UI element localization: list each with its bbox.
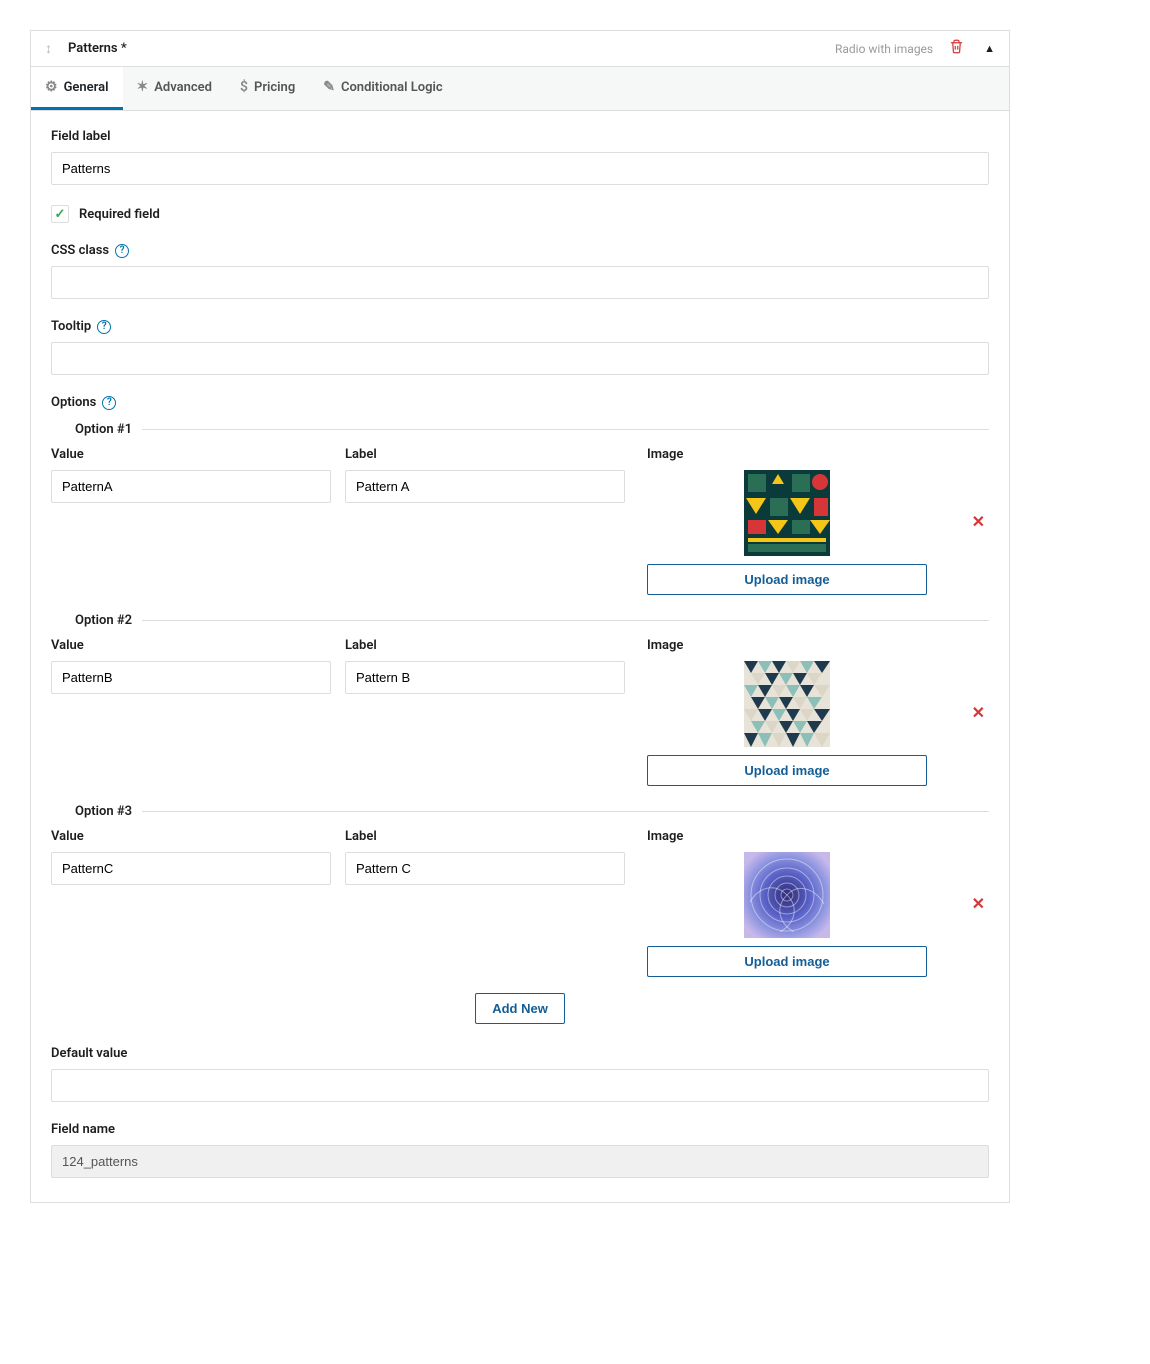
panel-body: Field label ✓ Required field CSS class ?… xyxy=(31,111,1009,1202)
field-name-label: Field name xyxy=(51,1122,989,1137)
default-value-input[interactable] xyxy=(51,1069,989,1102)
option-label-header: Label xyxy=(345,638,625,653)
panel-title: Patterns * xyxy=(68,41,127,56)
option-image-thumb xyxy=(744,661,830,747)
divider xyxy=(142,620,989,621)
field-label-input[interactable] xyxy=(51,152,989,185)
tooltip-group: Tooltip ? xyxy=(51,319,989,375)
field-label-label: Field label xyxy=(51,129,989,144)
option-image-thumb xyxy=(744,852,830,938)
option-value-input[interactable] xyxy=(51,661,331,694)
option-value-input[interactable] xyxy=(51,470,331,503)
option-label-header: Label xyxy=(345,829,625,844)
divider xyxy=(142,429,989,430)
upload-image-button[interactable]: Upload image xyxy=(647,755,927,786)
option-value-header: Value xyxy=(51,638,331,653)
option-title: Option #1 xyxy=(51,422,132,437)
tab-conditional-logic[interactable]: ✎ Conditional Logic xyxy=(309,67,456,110)
option-value-input[interactable] xyxy=(51,852,331,885)
tabs: ⚙ General ✶ Advanced $ Pricing ✎ Conditi… xyxy=(31,67,1009,111)
tab-label: Pricing xyxy=(254,80,295,95)
remove-option-button[interactable]: ✕ xyxy=(969,703,989,722)
option-label-input[interactable] xyxy=(345,661,625,694)
option-2: Option #2 Value Label Image xyxy=(51,613,989,792)
css-class-input[interactable] xyxy=(51,266,989,299)
field-name-group: Field name xyxy=(51,1122,989,1178)
field-editor-panel: ↕ Patterns * Radio with images ▲ ⚙ Gener… xyxy=(30,30,1010,1203)
remove-option-button[interactable]: ✕ xyxy=(969,512,989,531)
panel-header: ↕ Patterns * Radio with images ▲ xyxy=(31,31,1009,67)
required-label: Required field xyxy=(79,207,160,222)
field-type-label: Radio with images xyxy=(835,42,933,56)
checkbox-required[interactable]: ✓ xyxy=(51,205,69,223)
tab-label: Conditional Logic xyxy=(341,80,443,95)
upload-image-button[interactable]: Upload image xyxy=(647,946,927,977)
field-name-input xyxy=(51,1145,989,1178)
option-value-header: Value xyxy=(51,447,331,462)
help-icon[interactable]: ? xyxy=(102,396,116,410)
option-1: Option #1 Value Label Image xyxy=(51,422,989,601)
field-label-group: Field label xyxy=(51,129,989,185)
drag-handle-icon[interactable]: ↕ xyxy=(45,40,52,57)
collapse-toggle-icon[interactable]: ▲ xyxy=(984,42,995,55)
help-icon[interactable]: ? xyxy=(97,320,111,334)
delete-field-button[interactable] xyxy=(949,39,964,58)
option-label-header: Label xyxy=(345,447,625,462)
css-class-group: CSS class ? xyxy=(51,243,989,299)
option-image-thumb xyxy=(744,470,830,556)
tab-pricing[interactable]: $ Pricing xyxy=(226,67,309,110)
wand-icon: ✎ xyxy=(323,79,335,95)
option-3: Option #3 Value Label Image xyxy=(51,804,989,983)
option-title: Option #3 xyxy=(51,804,132,819)
option-image-header: Image xyxy=(647,638,927,653)
options-label: Options xyxy=(51,395,96,410)
gear-icon: ⚙ xyxy=(45,79,58,95)
upload-image-button[interactable]: Upload image xyxy=(647,564,927,595)
tooltip-label: Tooltip xyxy=(51,319,91,334)
tab-advanced[interactable]: ✶ Advanced xyxy=(123,67,227,110)
dollar-icon: $ xyxy=(240,79,248,95)
tooltip-input[interactable] xyxy=(51,342,989,375)
required-field-row[interactable]: ✓ Required field xyxy=(51,205,989,223)
tab-general[interactable]: ⚙ General xyxy=(31,67,123,110)
default-value-label: Default value xyxy=(51,1046,989,1061)
sliders-icon: ✶ xyxy=(137,79,149,95)
option-title: Option #2 xyxy=(51,613,132,628)
option-image-header: Image xyxy=(647,447,927,462)
css-class-label: CSS class xyxy=(51,243,109,258)
remove-option-button[interactable]: ✕ xyxy=(969,894,989,913)
add-option-button[interactable]: Add New xyxy=(475,993,565,1024)
option-value-header: Value xyxy=(51,829,331,844)
default-value-group: Default value xyxy=(51,1046,989,1102)
help-icon[interactable]: ? xyxy=(115,244,129,258)
option-label-input[interactable] xyxy=(345,852,625,885)
tab-label: General xyxy=(64,80,109,95)
tab-label: Advanced xyxy=(154,80,212,95)
divider xyxy=(142,811,989,812)
option-label-input[interactable] xyxy=(345,470,625,503)
option-image-header: Image xyxy=(647,829,927,844)
